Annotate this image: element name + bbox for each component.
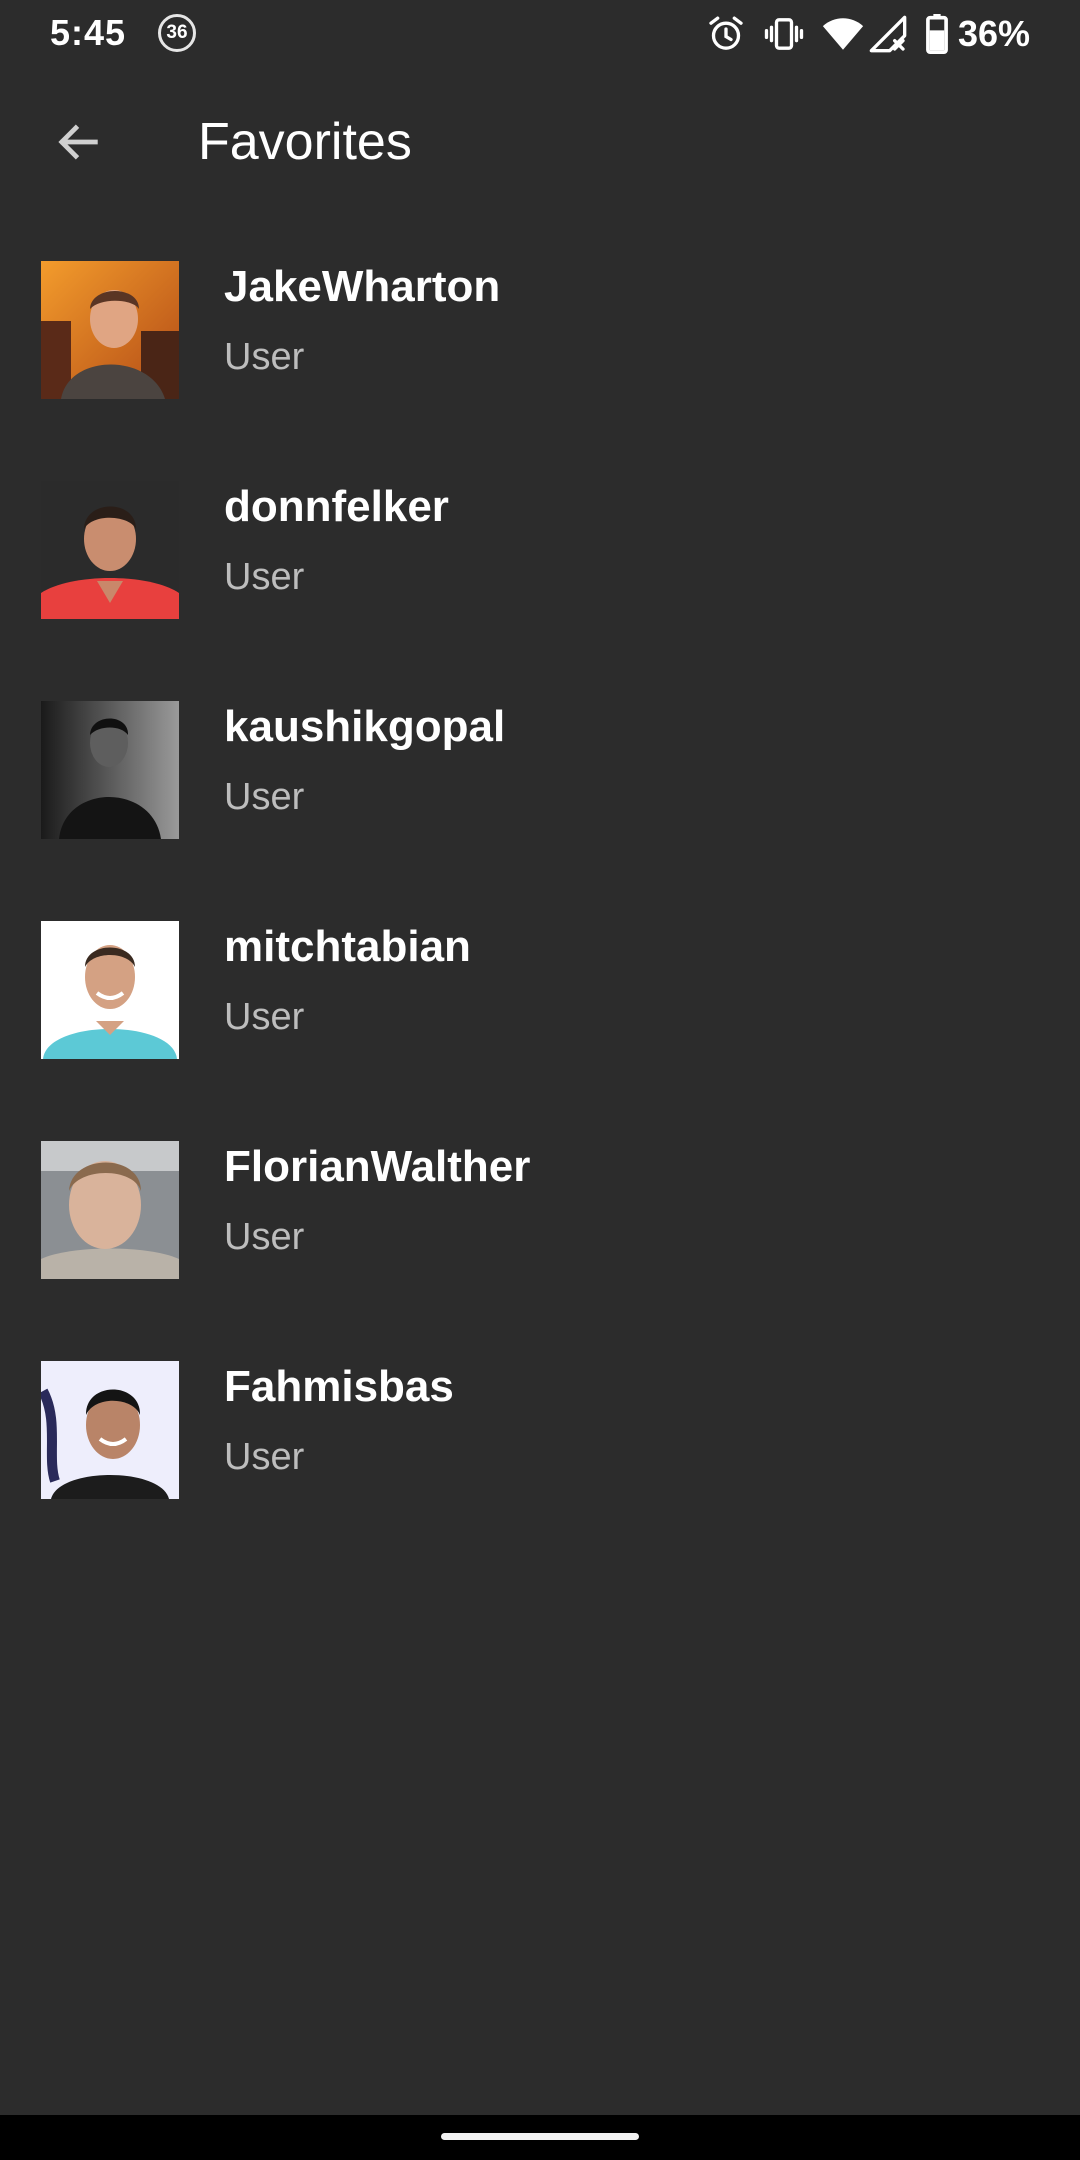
user-type: User [224, 776, 305, 818]
user-type: User [224, 996, 305, 1038]
status-bar: 5:45 36 36% [0, 0, 1080, 70]
avatar [41, 921, 179, 1059]
status-time: 5:45 [50, 12, 127, 53]
avatar [41, 481, 179, 619]
avatar [41, 1141, 179, 1279]
list-item[interactable]: mitchtabian User [0, 878, 1080, 1098]
avatar [41, 261, 179, 399]
arrow-back-icon [52, 116, 104, 168]
user-name: mitchtabian [224, 922, 471, 971]
user-type: User [224, 336, 305, 378]
favorites-screen: 5:45 36 36% Favorites JakeWharton User d… [0, 0, 1080, 2160]
page-title: Favorites [198, 113, 412, 171]
user-name: kaushikgopal [224, 702, 506, 751]
back-button[interactable] [40, 104, 116, 180]
user-name: JakeWharton [224, 262, 501, 311]
user-name: donnfelker [224, 482, 449, 531]
list-item[interactable]: donnfelker User [0, 438, 1080, 658]
list-item[interactable]: kaushikgopal User [0, 658, 1080, 878]
user-name: Fahmisbas [224, 1362, 454, 1411]
wifi-icon [822, 14, 864, 54]
battery-percentage: 36% [957, 13, 1030, 54]
vibrate-icon [764, 14, 804, 54]
cellular-no-signal-icon [868, 14, 908, 54]
user-type: User [224, 1216, 305, 1258]
app-bar: Favorites [0, 70, 1080, 218]
notification-count-badge: 36 [158, 14, 196, 52]
avatar [41, 1361, 179, 1499]
list-item[interactable]: JakeWharton User [0, 218, 1080, 438]
system-navigation-bar [0, 2115, 1080, 2160]
alarm-icon [706, 14, 746, 54]
user-type: User [224, 1436, 305, 1478]
avatar [41, 701, 179, 839]
list-item[interactable]: FlorianWalther User [0, 1098, 1080, 1318]
user-name: FlorianWalther [224, 1142, 531, 1191]
favorites-list: JakeWharton User donnfelker User kaushik… [0, 218, 1080, 1538]
user-type: User [224, 556, 305, 598]
list-item[interactable]: Fahmisbas User [0, 1318, 1080, 1538]
status-icons: 36% [688, 12, 1030, 56]
battery-icon [926, 14, 948, 54]
home-gesture-handle[interactable] [441, 2133, 639, 2140]
